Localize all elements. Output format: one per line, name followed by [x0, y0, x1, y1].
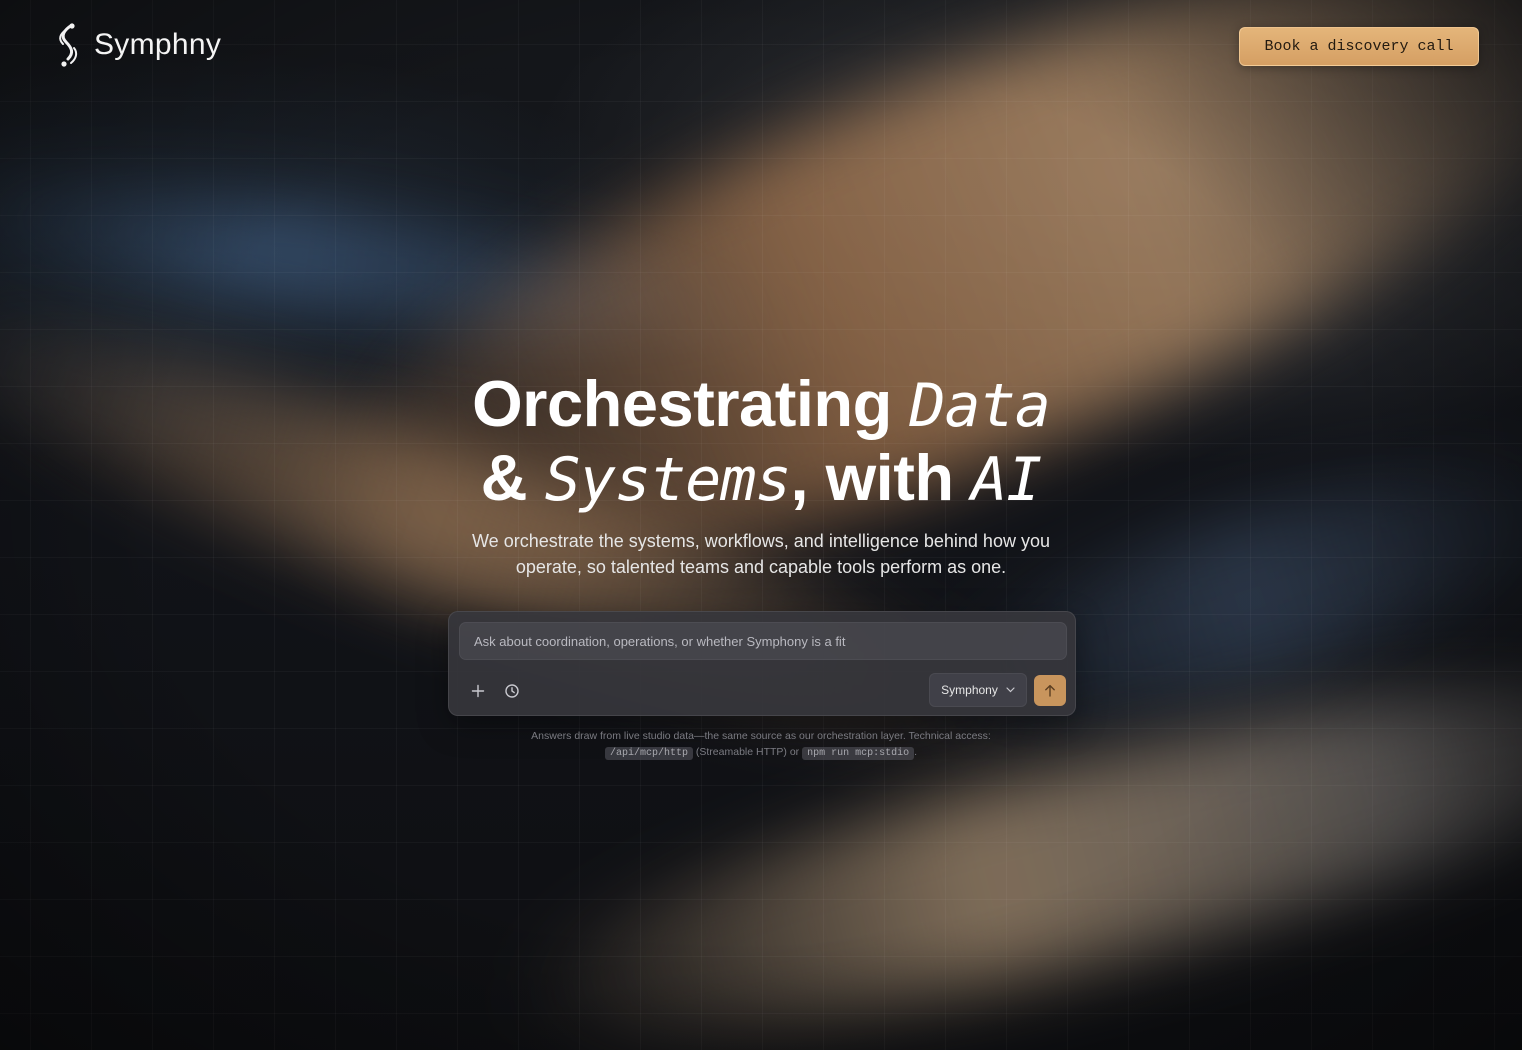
hero-section: Orchestrating Data & Systems, with AI We…: [0, 368, 1522, 580]
note-text: .: [914, 746, 918, 758]
chat-input[interactable]: [459, 622, 1067, 660]
hero-title-italic: Data: [909, 371, 1050, 441]
note-text: (Streamable HTTP) or: [695, 746, 800, 758]
arrow-up-icon: [1045, 684, 1055, 697]
hero-title: Orchestrating Data & Systems, with AI: [0, 368, 1522, 516]
stdio-command-code: npm run mcp:stdio: [802, 747, 915, 760]
hero-title-italic: AI: [971, 445, 1042, 515]
hero-title-italic: Systems: [544, 445, 792, 515]
book-discovery-call-button[interactable]: Book a discovery call: [1239, 27, 1479, 66]
chevron-down-icon: [1006, 687, 1015, 693]
chat-composer: Symphony: [448, 611, 1076, 716]
plus-icon: [471, 684, 485, 698]
attach-button[interactable]: [466, 679, 490, 703]
technical-access-note: Answers draw from live studio data—the s…: [0, 728, 1522, 762]
hero-subtitle: We orchestrate the systems, workflows, a…: [472, 531, 1050, 577]
hero-title-text: &: [480, 441, 545, 514]
model-select[interactable]: Symphony: [929, 673, 1027, 707]
site-header: Symphny Book a discovery call: [0, 0, 1522, 92]
api-endpoint-code: /api/mcp/http: [604, 747, 693, 760]
hero-title-text: Orchestrating: [472, 367, 910, 440]
hero-title-text: , with: [790, 441, 972, 514]
note-text: Answers draw from live studio data—the s…: [531, 730, 991, 742]
brand-logo[interactable]: Symphny: [52, 22, 221, 68]
model-select-label: Symphony: [941, 683, 998, 697]
history-button[interactable]: [500, 679, 524, 703]
s-swirl-logo-icon: [59, 23, 78, 67]
send-button[interactable]: [1034, 675, 1066, 706]
brand-name: Symphny: [94, 28, 222, 61]
clock-icon: [505, 684, 519, 698]
